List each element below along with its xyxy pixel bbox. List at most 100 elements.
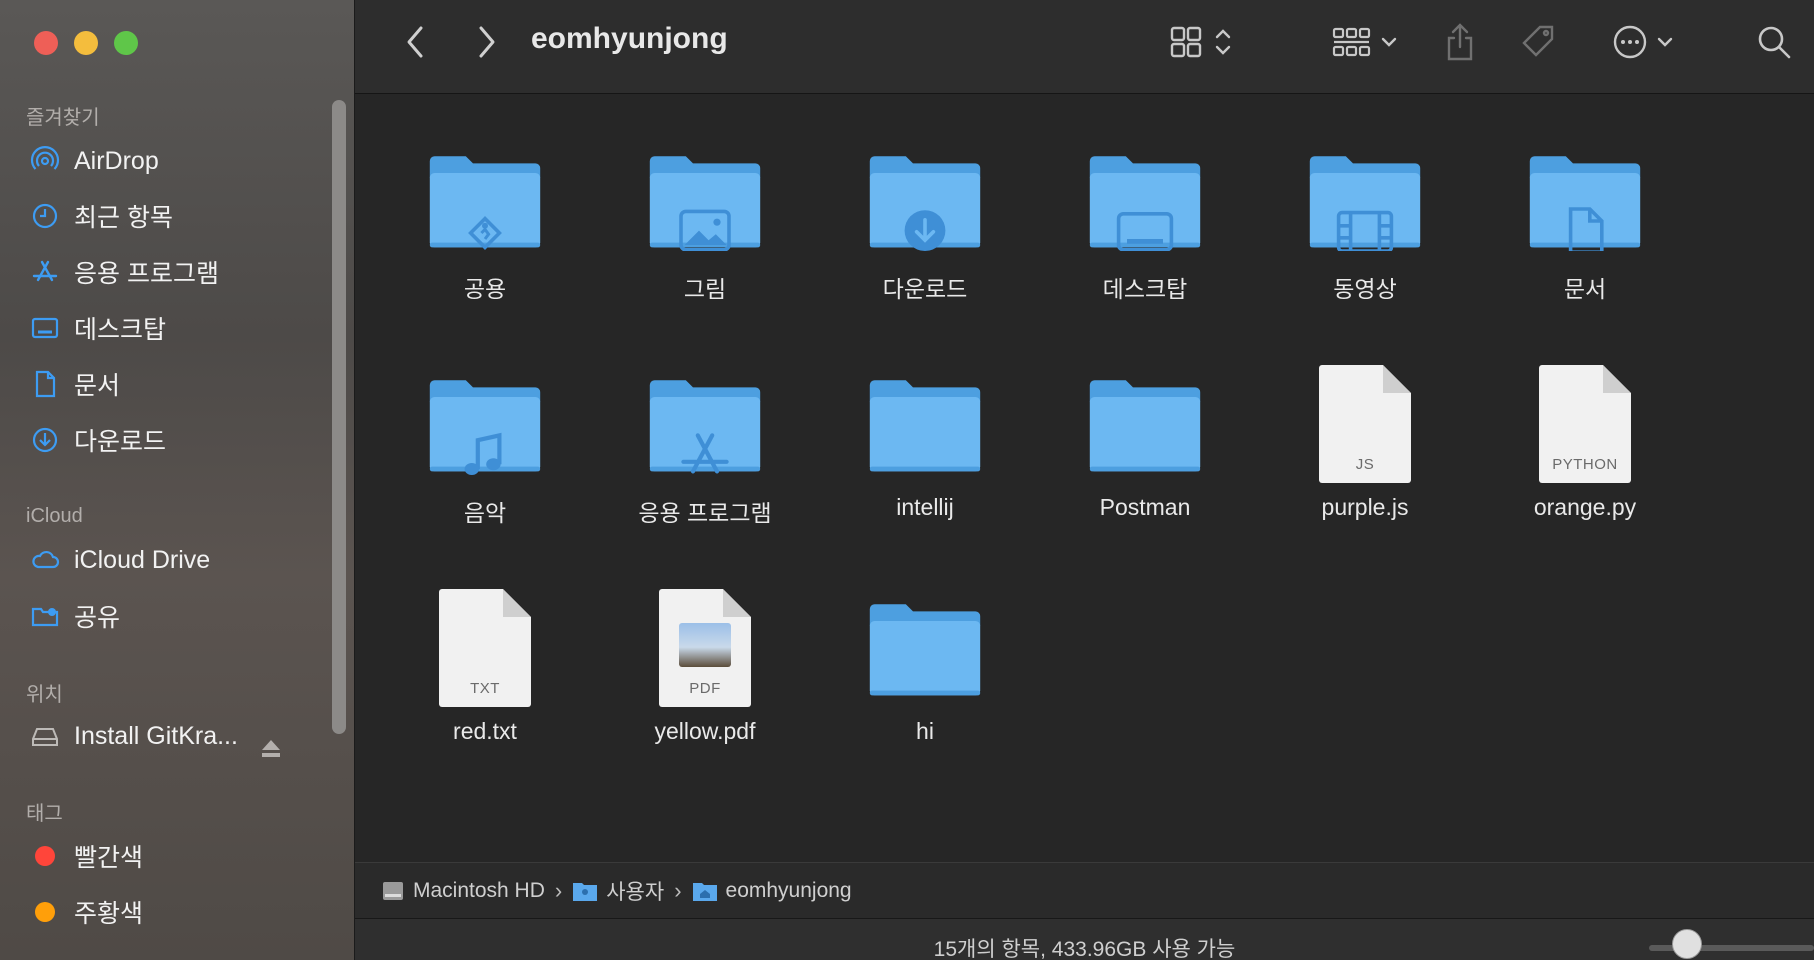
sidebar-item-label: 응용 프로그램 xyxy=(74,260,219,288)
file-item[interactable]: JS purple.js xyxy=(1255,354,1475,521)
folder-icon xyxy=(375,130,595,270)
sidebar-item-install-gitkraken[interactable]: Install GitKra... xyxy=(28,714,238,758)
folder-item[interactable]: 음악 xyxy=(375,354,595,528)
path-crumb-label: 사용자 xyxy=(606,881,665,904)
folder-item[interactable]: hi xyxy=(815,578,1035,745)
sidebar-item-label: 문서 xyxy=(74,372,121,400)
item-label: 다운로드 xyxy=(882,276,968,302)
item-label: yellow.pdf xyxy=(654,718,756,744)
sidebar-item-applications[interactable]: 응용 프로그램 xyxy=(28,250,219,294)
sidebar-section-locations: 위치 xyxy=(26,684,63,706)
item-label: red.txt xyxy=(453,718,517,744)
folder-item[interactable]: 문서 xyxy=(1475,130,1695,304)
item-label: 그림 xyxy=(683,276,727,302)
folder-icon xyxy=(1475,130,1695,270)
sidebar-item-label: 빨간색 xyxy=(74,844,144,872)
sidebar-item-tag-red[interactable]: 빨간색 xyxy=(28,834,143,878)
icon-grid-icon xyxy=(1170,26,1202,58)
sidebar-item-label: iCloud Drive xyxy=(74,545,211,574)
folder-icon xyxy=(815,578,1035,718)
chevron-left-icon xyxy=(407,26,423,58)
document-page-icon: PYTHON xyxy=(1539,365,1631,483)
window-controls xyxy=(34,31,138,55)
apps-icon xyxy=(28,255,62,289)
cloud-icon xyxy=(28,543,62,577)
folder-item[interactable]: 다운로드 xyxy=(815,130,1035,304)
sidebar-item-shared[interactable]: 공유 xyxy=(28,594,120,638)
folder-icon xyxy=(1035,130,1255,270)
sidebar-item-downloads[interactable]: 다운로드 xyxy=(28,418,166,462)
group-grid-icon xyxy=(1332,27,1371,57)
sidebar-item-recents[interactable]: 최근 항목 xyxy=(28,194,173,238)
hard-drive-icon xyxy=(383,882,403,900)
forward-button[interactable] xyxy=(467,18,507,66)
item-label: hi xyxy=(916,718,934,744)
folder-item[interactable]: 동영상 xyxy=(1255,130,1475,304)
more-actions-button[interactable] xyxy=(1601,18,1685,66)
group-button[interactable] xyxy=(1325,18,1405,66)
chevron-down-icon xyxy=(1657,37,1673,47)
view-mode-button[interactable] xyxy=(1161,18,1241,66)
sidebar-item-airdrop[interactable]: AirDrop xyxy=(28,139,159,183)
folder-icon xyxy=(1035,354,1255,494)
folder-icon xyxy=(375,354,595,494)
path-separator: › xyxy=(674,878,682,903)
download-icon xyxy=(28,423,62,457)
chevron-updown-icon xyxy=(1215,29,1231,55)
path-crumb-macintosh-hd[interactable]: Macintosh HD xyxy=(381,879,545,903)
disk-icon xyxy=(28,719,62,753)
item-label: 공용 xyxy=(463,276,507,302)
file-icon: PDF xyxy=(595,578,815,718)
sidebar-item-label: AirDrop xyxy=(74,146,159,175)
back-button[interactable] xyxy=(395,18,435,66)
folder-item[interactable]: 공용 xyxy=(375,130,595,304)
share-button[interactable] xyxy=(1435,18,1485,66)
folder-item[interactable]: 그림 xyxy=(595,130,815,304)
sidebar-section-icloud: iCloud xyxy=(26,505,83,527)
item-label: intellij xyxy=(896,494,954,520)
folder-item[interactable]: intellij xyxy=(815,354,1035,521)
status-bar: 15개의 항목, 433.96GB 사용 가능 xyxy=(355,918,1814,960)
close-button[interactable] xyxy=(34,31,58,55)
icon-size-slider-knob[interactable] xyxy=(1672,929,1702,959)
file-item[interactable]: TXT red.txt xyxy=(375,578,595,745)
tag-icon xyxy=(1522,25,1554,57)
clock-icon xyxy=(28,199,62,233)
folder-item[interactable]: 응용 프로그램 xyxy=(595,354,815,528)
folder-icon xyxy=(815,130,1035,270)
sidebar-item-icloud-drive[interactable]: iCloud Drive xyxy=(28,538,210,582)
finder-window: 즐겨찾기 AirDrop 최근 항목 응용 프로그램 데스크탑 문서 다운로드 … xyxy=(0,0,1814,960)
folder-item[interactable]: 데스크탑 xyxy=(1035,130,1255,304)
sidebar-item-label: 주황색 xyxy=(74,900,144,928)
tag-dot-icon xyxy=(28,895,62,929)
sidebar-item-tag-orange[interactable]: 주황색 xyxy=(28,890,143,934)
folder-icon xyxy=(815,354,1035,494)
file-extension-label: PYTHON xyxy=(1552,456,1618,473)
pdf-preview-thumbnail xyxy=(679,623,731,667)
ellipsis-circle-icon xyxy=(1613,25,1647,59)
sidebar-item-desktop[interactable]: 데스크탑 xyxy=(28,306,166,350)
file-extension-label: TXT xyxy=(470,680,500,697)
path-crumb-users[interactable]: 사용자 xyxy=(572,876,664,906)
sidebar-item-label: 데스크탑 xyxy=(74,316,167,344)
item-label: 데스크탑 xyxy=(1102,276,1188,302)
document-page-icon: TXT xyxy=(439,589,531,707)
file-item[interactable]: PYTHON orange.py xyxy=(1475,354,1695,521)
search-button[interactable] xyxy=(1749,18,1799,66)
file-item[interactable]: PDF yellow.pdf xyxy=(595,578,815,745)
folder-icon xyxy=(595,354,815,494)
folder-item[interactable]: Postman xyxy=(1035,354,1255,521)
sidebar-item-documents[interactable]: 문서 xyxy=(28,362,120,406)
eject-icon[interactable] xyxy=(259,738,283,760)
item-label: 동영상 xyxy=(1333,276,1397,302)
status-text: 15개의 항목, 433.96GB 사용 가능 xyxy=(933,938,1236,960)
zoom-button[interactable] xyxy=(114,31,138,55)
airdrop-icon xyxy=(28,144,62,178)
minimize-button[interactable] xyxy=(74,31,98,55)
path-crumb-home[interactable]: eomhyunjong xyxy=(692,879,852,903)
file-icon-grid: 공용 그림 다운로드 데스크탑 동영상 문서음악 응용 프로그램 intellij Postma… xyxy=(355,94,1814,862)
window-title: eomhyunjong xyxy=(531,22,728,55)
document-icon xyxy=(28,367,62,401)
sidebar-scrollbar[interactable] xyxy=(332,100,346,734)
tag-button[interactable] xyxy=(1513,18,1563,66)
